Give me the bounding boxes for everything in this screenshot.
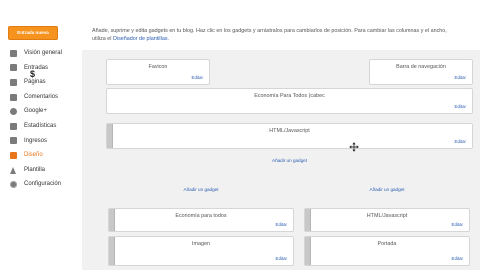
sidebar-item-layout[interactable]: Diseño (0, 148, 82, 163)
edit-link[interactable]: Editar (276, 222, 287, 227)
posts-icon (10, 64, 17, 72)
template-icon (10, 166, 16, 174)
sidebar-item-template[interactable]: Plantilla (0, 163, 82, 178)
sidebar-item-label: Ingresos (24, 137, 48, 144)
main-panel: Añade, suprime y edita gadgets en tu blo… (82, 0, 480, 270)
sidebar-item-posts[interactable]: Entradas (0, 61, 82, 76)
sidebar-item-settings[interactable]: Configuración (0, 177, 82, 192)
pages-icon (10, 78, 17, 86)
sidebar-item-label: Páginas (24, 79, 46, 86)
add-gadget-link-left[interactable]: Añadir un gadget (108, 187, 294, 192)
sidebar-item-earnings[interactable]: Ingresos (0, 134, 82, 149)
edit-link[interactable]: Editar (455, 75, 466, 80)
edit-link[interactable]: Editar (192, 75, 203, 80)
layout-canvas: Favicon Editar Barra de navegación Edita… (82, 50, 480, 270)
gadget-html-main[interactable]: HTML/Javascript Editar (106, 123, 473, 149)
gadget-title: HTML/Javascript (366, 213, 408, 219)
layout-icon (10, 151, 17, 159)
gadget-navbar[interactable]: Barra de navegación Editar (369, 59, 473, 85)
gadget-left-2[interactable]: Imagen Editar (108, 236, 294, 266)
edit-link[interactable]: Editar (455, 104, 466, 109)
gadget-left-1[interactable]: Economía para todos Editar (108, 208, 294, 232)
template-designer-link[interactable]: Diseñador de plantillas (113, 36, 168, 42)
dollar-icon: $ (30, 69, 36, 79)
gadget-title: Economía Para Todos (cabec (254, 93, 325, 99)
sidebar-nav: Visión general Entradas Páginas Comentar… (0, 46, 82, 192)
stats-icon (10, 122, 17, 130)
add-gadget-link-right[interactable]: Añadir un gadget (304, 187, 470, 192)
new-post-button[interactable]: Entrada nueva (8, 26, 58, 40)
sidebar-item-pages[interactable]: Páginas (0, 75, 82, 90)
sidebar-item-overview[interactable]: Visión general (0, 46, 82, 61)
sidebar-item-label: Comentarios (24, 93, 59, 100)
layout-instructions: Añade, suprime y edita gadgets en tu blo… (92, 28, 447, 43)
comments-icon (10, 93, 17, 101)
gadget-right-1[interactable]: HTML/Javascript Editar (304, 208, 470, 232)
sidebar-item-label: Diseño (24, 152, 43, 159)
gadget-favicon[interactable]: Favicon Editar (106, 59, 210, 85)
edit-link[interactable]: Editar (452, 256, 463, 261)
gadget-title: Favicon (148, 64, 168, 70)
sidebar-item-label: Configuración (24, 181, 62, 188)
sidebar-item-label: Google+ (24, 108, 47, 115)
gadget-title: Portada (377, 241, 397, 247)
sidebar: Entrada nueva Visión general Entradas Pá… (0, 0, 82, 270)
sidebar-item-comments[interactable]: Comentarios (0, 90, 82, 105)
gadget-title: Barra de navegación (396, 64, 446, 70)
overview-icon (10, 49, 17, 57)
blogger-layout-screen: Entrada nueva Visión general Entradas Pá… (0, 0, 480, 270)
earnings-icon (10, 137, 17, 145)
settings-icon (10, 181, 17, 189)
sidebar-item-label: Entradas (24, 64, 49, 71)
add-gadget-link-main[interactable]: Añadir un gadget (106, 158, 473, 163)
sidebar-item-label: Estadísticas (24, 122, 57, 129)
sidebar-item-label: Visión general (24, 50, 62, 56)
google-plus-icon (10, 108, 17, 116)
sidebar-item-google-plus[interactable]: Google+ (0, 104, 82, 119)
edit-link[interactable]: Editar (276, 256, 287, 261)
gadget-right-2[interactable]: Portada Editar (304, 236, 470, 266)
gadget-header[interactable]: Economía Para Todos (cabec Editar (106, 88, 473, 114)
gadget-title: Economía para todos (175, 213, 227, 219)
sidebar-item-label: Plantilla (24, 166, 46, 173)
sidebar-item-stats[interactable]: Estadísticas (0, 119, 82, 134)
gadget-title: Imagen (192, 241, 210, 247)
gadget-title: HTML/Javascript (269, 128, 310, 134)
move-cursor-icon (349, 142, 359, 152)
edit-link[interactable]: Editar (452, 222, 463, 227)
edit-link[interactable]: Editar (455, 139, 466, 144)
